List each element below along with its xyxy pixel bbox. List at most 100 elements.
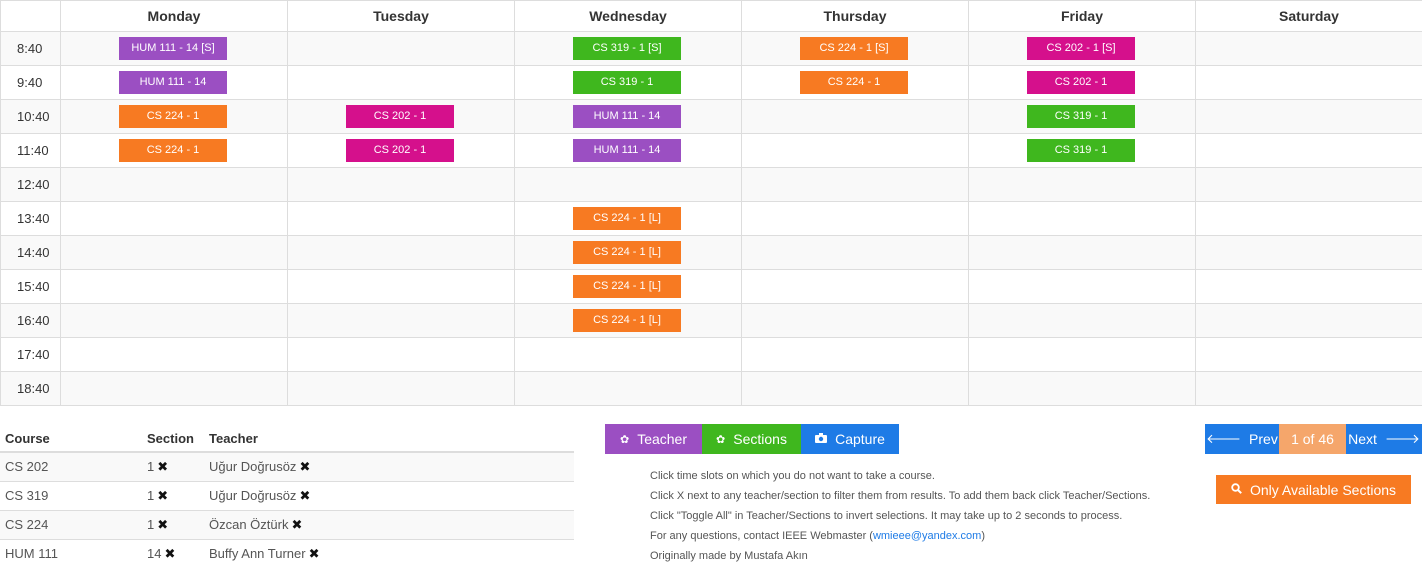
- course-block[interactable]: CS 224 - 1 [L]: [573, 309, 681, 332]
- time-slot[interactable]: [60, 235, 288, 270]
- time-slot[interactable]: CS 319 - 1: [968, 133, 1196, 168]
- time-slot[interactable]: CS 224 - 1 [L]: [514, 269, 742, 304]
- time-slot[interactable]: CS 224 - 1 [L]: [514, 303, 742, 338]
- time-slot[interactable]: CS 202 - 1: [287, 99, 515, 134]
- time-slot[interactable]: [741, 371, 969, 406]
- course-block[interactable]: CS 319 - 1: [1027, 105, 1135, 128]
- time-slot[interactable]: [968, 167, 1196, 202]
- time-slot[interactable]: [1195, 337, 1422, 372]
- time-slot[interactable]: CS 319 - 1: [514, 65, 742, 100]
- time-slot[interactable]: CS 224 - 1 [L]: [514, 235, 742, 270]
- time-slot[interactable]: [1195, 65, 1422, 100]
- time-slot[interactable]: [741, 235, 969, 270]
- remove-section-icon[interactable]: ✖: [157, 459, 168, 474]
- time-slot[interactable]: [1195, 99, 1422, 134]
- course-block[interactable]: HUM 111 - 14: [573, 139, 681, 162]
- course-block[interactable]: CS 224 - 1: [119, 139, 227, 162]
- time-slot[interactable]: [287, 167, 515, 202]
- time-slot[interactable]: CS 202 - 1 [S]: [968, 31, 1196, 66]
- remove-teacher-icon[interactable]: ✖: [299, 488, 310, 503]
- time-slot[interactable]: [514, 337, 742, 372]
- course-block[interactable]: CS 319 - 1: [573, 71, 681, 94]
- time-slot[interactable]: [60, 167, 288, 202]
- time-slot[interactable]: [741, 201, 969, 236]
- course-block[interactable]: CS 224 - 1 [S]: [800, 37, 908, 60]
- time-slot[interactable]: [1195, 303, 1422, 338]
- course-block[interactable]: CS 224 - 1: [119, 105, 227, 128]
- time-slot[interactable]: [968, 235, 1196, 270]
- course-block[interactable]: CS 202 - 1: [1027, 71, 1135, 94]
- time-slot[interactable]: [1195, 235, 1422, 270]
- course-block[interactable]: HUM 111 - 14: [573, 105, 681, 128]
- time-slot[interactable]: HUM 111 - 14: [514, 133, 742, 168]
- time-slot[interactable]: [60, 337, 288, 372]
- time-slot[interactable]: HUM 111 - 14 [S]: [60, 31, 288, 66]
- time-slot[interactable]: [741, 99, 969, 134]
- course-block[interactable]: CS 224 - 1 [L]: [573, 241, 681, 264]
- sections-button[interactable]: ✿ Sections: [702, 424, 801, 454]
- time-slot[interactable]: CS 319 - 1: [968, 99, 1196, 134]
- remove-section-icon[interactable]: ✖: [157, 517, 168, 532]
- time-slot[interactable]: [287, 371, 515, 406]
- teacher-button[interactable]: ✿ Teacher: [605, 424, 702, 454]
- time-slot[interactable]: [287, 337, 515, 372]
- time-slot[interactable]: [287, 65, 515, 100]
- time-slot[interactable]: [287, 201, 515, 236]
- time-slot[interactable]: CS 224 - 1 [S]: [741, 31, 969, 66]
- time-slot[interactable]: [1195, 269, 1422, 304]
- time-slot[interactable]: [968, 303, 1196, 338]
- remove-teacher-icon[interactable]: ✖: [299, 459, 310, 474]
- time-slot[interactable]: [741, 133, 969, 168]
- time-slot[interactable]: CS 224 - 1 [L]: [514, 201, 742, 236]
- remove-section-icon[interactable]: ✖: [157, 488, 168, 503]
- time-slot[interactable]: [1195, 133, 1422, 168]
- time-slot[interactable]: CS 319 - 1 [S]: [514, 31, 742, 66]
- course-block[interactable]: HUM 111 - 14: [119, 71, 227, 94]
- time-slot[interactable]: [287, 235, 515, 270]
- course-block[interactable]: CS 202 - 1: [346, 139, 454, 162]
- time-slot[interactable]: HUM 111 - 14: [514, 99, 742, 134]
- time-slot[interactable]: [741, 167, 969, 202]
- time-slot[interactable]: CS 224 - 1: [60, 99, 288, 134]
- course-block[interactable]: CS 319 - 1 [S]: [573, 37, 681, 60]
- time-slot[interactable]: [514, 167, 742, 202]
- time-slot[interactable]: [1195, 167, 1422, 202]
- time-slot[interactable]: CS 202 - 1: [968, 65, 1196, 100]
- only-available-sections-button[interactable]: Only Available Sections: [1216, 475, 1411, 504]
- time-slot[interactable]: [968, 269, 1196, 304]
- time-slot[interactable]: [1195, 201, 1422, 236]
- course-block[interactable]: CS 202 - 1 [S]: [1027, 37, 1135, 60]
- capture-button[interactable]: Capture: [801, 424, 899, 454]
- next-button[interactable]: Next 🡒: [1346, 424, 1422, 454]
- time-slot[interactable]: [741, 337, 969, 372]
- time-slot[interactable]: [968, 337, 1196, 372]
- course-block[interactable]: CS 224 - 1: [800, 71, 908, 94]
- time-slot[interactable]: [1195, 31, 1422, 66]
- remove-section-icon[interactable]: ✖: [164, 546, 175, 561]
- time-slot[interactable]: [514, 371, 742, 406]
- time-slot[interactable]: [741, 269, 969, 304]
- time-slot[interactable]: [968, 201, 1196, 236]
- time-slot[interactable]: CS 224 - 1: [60, 133, 288, 168]
- course-block[interactable]: CS 319 - 1: [1027, 139, 1135, 162]
- course-block[interactable]: CS 202 - 1: [346, 105, 454, 128]
- course-block[interactable]: CS 224 - 1 [L]: [573, 275, 681, 298]
- remove-teacher-icon[interactable]: ✖: [309, 546, 320, 561]
- time-slot[interactable]: [287, 303, 515, 338]
- time-slot[interactable]: [1195, 371, 1422, 406]
- time-slot[interactable]: [968, 371, 1196, 406]
- time-slot[interactable]: CS 224 - 1: [741, 65, 969, 100]
- course-block[interactable]: CS 224 - 1 [L]: [573, 207, 681, 230]
- course-block[interactable]: HUM 111 - 14 [S]: [119, 37, 227, 60]
- webmaster-email-link[interactable]: wmieee@yandex.com: [873, 530, 981, 542]
- time-slot[interactable]: [741, 303, 969, 338]
- time-slot[interactable]: [60, 371, 288, 406]
- time-slot[interactable]: HUM 111 - 14: [60, 65, 288, 100]
- time-slot[interactable]: [287, 31, 515, 66]
- time-slot[interactable]: [60, 269, 288, 304]
- time-slot[interactable]: CS 202 - 1: [287, 133, 515, 168]
- time-slot[interactable]: [60, 303, 288, 338]
- time-slot[interactable]: [287, 269, 515, 304]
- time-slot[interactable]: [60, 201, 288, 236]
- remove-teacher-icon[interactable]: ✖: [291, 517, 302, 532]
